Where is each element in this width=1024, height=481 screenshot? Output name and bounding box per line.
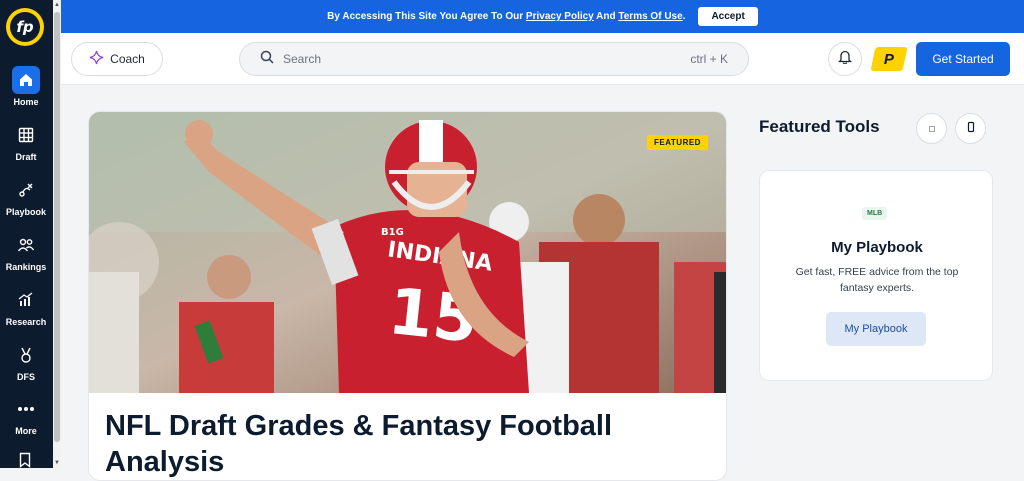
sidebar-item-label: Home <box>13 97 39 107</box>
sidebar-item-label: Rankings <box>5 262 47 272</box>
chart-icon <box>12 286 40 314</box>
medal-icon <box>12 341 40 369</box>
sidebar-item-playbook[interactable]: Playbook <box>0 176 52 217</box>
sidebar-item-dfs[interactable]: DFS <box>0 341 52 382</box>
sidebar: fp Home Draft Playbook Rankings Research <box>0 0 61 468</box>
sidebar-scrollbar[interactable]: ▲ ▼ <box>53 0 61 468</box>
search-shortcut: ctrl + K <box>690 52 728 66</box>
sidebar-item-research[interactable]: Research <box>0 286 52 327</box>
bell-icon <box>837 49 853 69</box>
grid-icon <box>12 121 40 149</box>
tool-description: Get fast, FREE advice from the top fanta… <box>795 266 959 294</box>
dots-icon <box>12 395 40 423</box>
carousel-prev-button[interactable] <box>916 113 947 144</box>
my-playbook-button[interactable]: My Playbook <box>826 312 926 346</box>
tool-name: My Playbook <box>831 239 923 256</box>
search-placeholder: Search <box>283 52 322 66</box>
sidebar-item-label: Draft <box>15 152 37 162</box>
article-hero-image[interactable]: INDIANA 15 B1G FEATURED <box>89 112 726 393</box>
scroll-down-icon[interactable]: ▼ <box>54 460 60 466</box>
logo-text: fp <box>10 12 40 42</box>
sidebar-item-draft[interactable]: Draft <box>0 121 52 162</box>
carousel-next-button[interactable] <box>955 113 986 144</box>
search-icon <box>260 50 274 69</box>
featured-tools-heading: Featured Tools <box>759 117 880 136</box>
search-input[interactable]: Search ctrl + K <box>239 42 749 76</box>
users-icon <box>12 231 40 259</box>
terms-of-use-link[interactable]: Terms Of Use <box>618 11 682 22</box>
notifications-button[interactable] <box>828 42 862 76</box>
jersey-logo: B1G <box>381 227 404 238</box>
banner-text-middle: And <box>593 11 619 22</box>
sidebar-item-label: Playbook <box>5 207 46 217</box>
sparkle-icon <box>89 50 104 68</box>
banner-text-suffix: . <box>682 11 686 22</box>
premium-badge[interactable]: P <box>870 47 908 71</box>
coach-label: Coach <box>110 52 145 66</box>
consent-banner: By Accessing This Site You Agree To Our … <box>61 0 1024 33</box>
sidebar-item-more[interactable]: More <box>0 395 52 436</box>
coach-button[interactable]: Coach <box>71 42 163 76</box>
premium-badge-label: P <box>883 50 894 68</box>
sidebar-item-rankings[interactable]: Rankings <box>0 231 52 272</box>
chevron-left-icon <box>928 120 936 138</box>
sidebar-item-home[interactable]: Home <box>0 66 52 107</box>
banner-text-prefix: By Accessing This Site You Agree To Our <box>327 11 526 22</box>
playbook-icon <box>12 176 40 204</box>
sport-tag: MLB <box>862 207 888 220</box>
featured-article-card[interactable]: INDIANA 15 B1G FEATURED NFL Draft Grades… <box>88 111 727 481</box>
sidebar-item-label: DFS <box>17 372 35 382</box>
home-icon <box>12 66 40 94</box>
accept-button[interactable]: Accept <box>698 7 758 26</box>
featured-badge: FEATURED <box>647 135 708 150</box>
get-started-button[interactable]: Get Started <box>916 42 1010 76</box>
scrollbar-thumb[interactable] <box>54 12 60 442</box>
scroll-up-icon[interactable]: ▲ <box>54 2 60 8</box>
fantasypros-logo[interactable]: fp <box>6 8 44 46</box>
chevron-right-icon <box>967 120 975 138</box>
sidebar-item-label: More <box>15 426 37 436</box>
top-header: Coach Search ctrl + K P Get Started <box>61 33 1024 85</box>
football-player-photo: INDIANA 15 B1G <box>89 112 726 393</box>
sidebar-item-label: Research <box>5 317 47 327</box>
article-title[interactable]: NFL Draft Grades & Fantasy Football Anal… <box>105 408 705 480</box>
tool-card[interactable]: MLB My Playbook Get fast, FREE advice fr… <box>759 170 993 381</box>
privacy-policy-link[interactable]: Privacy Policy <box>526 11 594 22</box>
bookmark-icon[interactable] <box>19 452 31 473</box>
